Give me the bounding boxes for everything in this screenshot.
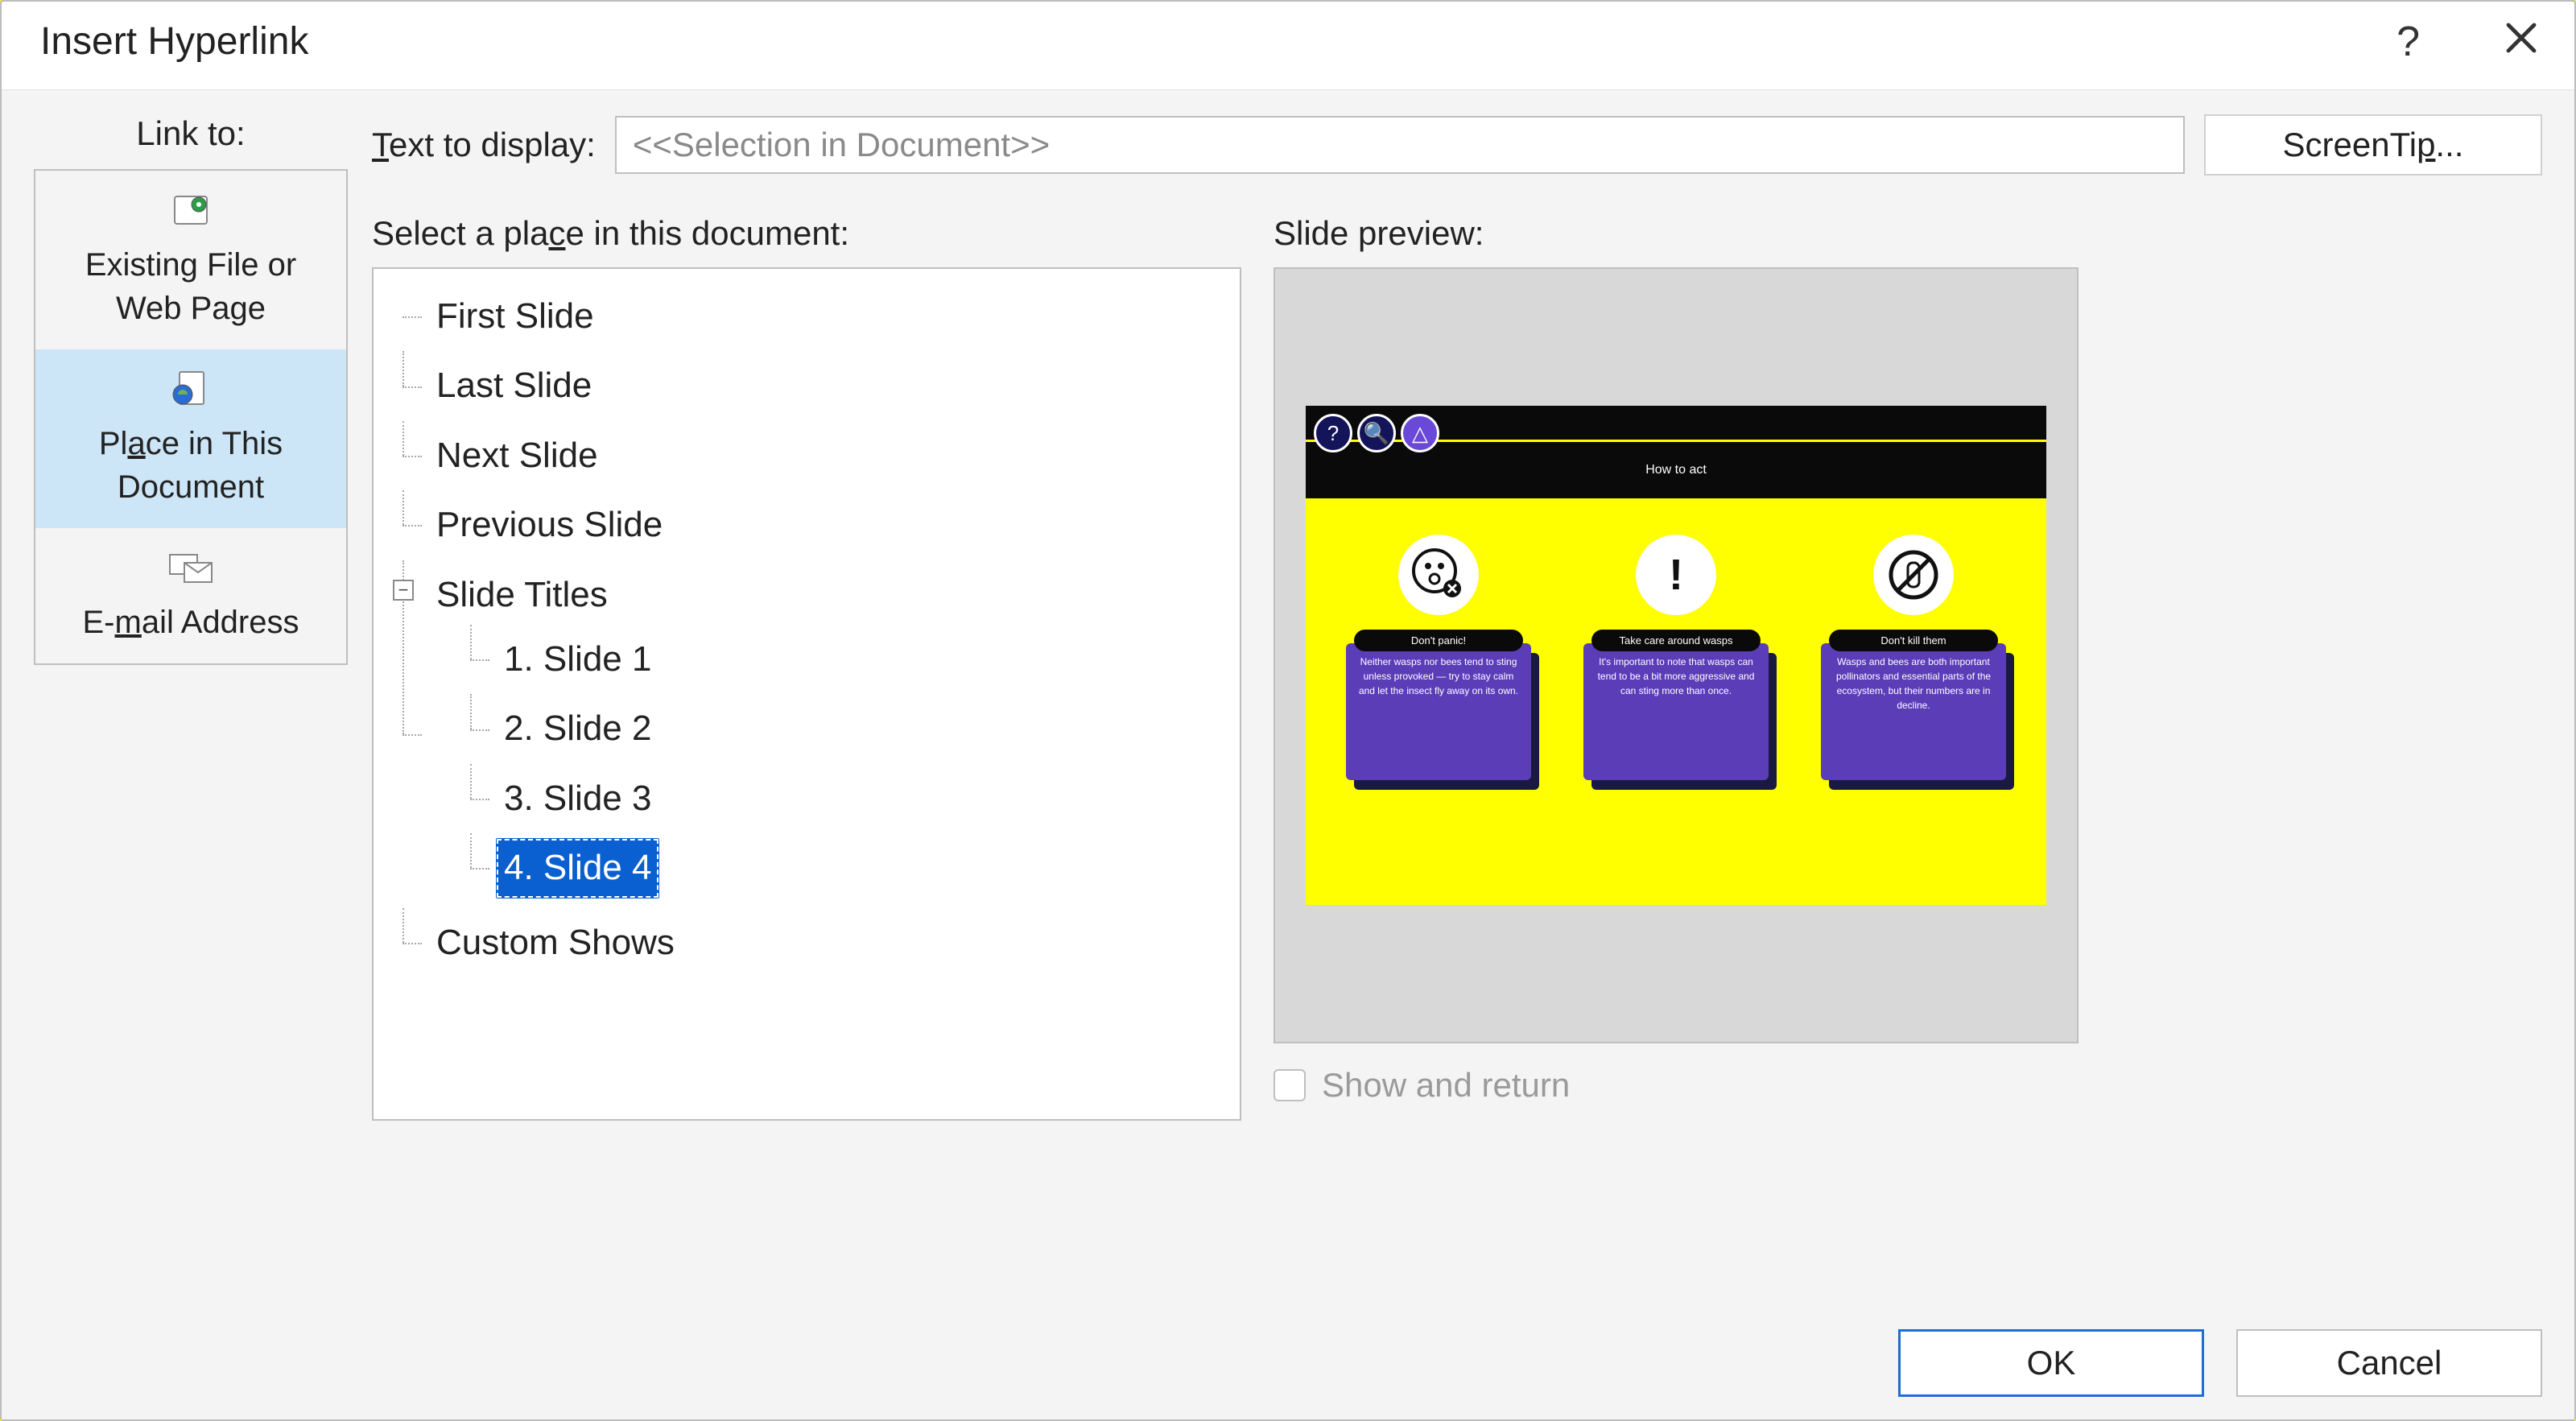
titlebar: Insert Hyperlink ? (2, 2, 2574, 89)
thumb-card-1: Don't panic! Neither wasps nor bees tend… (1330, 535, 1547, 788)
dialog-title: Insert Hyperlink (40, 19, 308, 64)
help-button[interactable]: ? (2392, 20, 2425, 64)
link-to-existing-file[interactable]: Existing File or Web Page (35, 171, 346, 349)
titlebar-controls: ? (2392, 18, 2545, 65)
no-kill-icon (1873, 535, 1954, 615)
cancel-button[interactable]: Cancel (2236, 1329, 2542, 1397)
link-to-item-line1: E-mail Address (83, 601, 299, 644)
link-to-item-line2: Web Page (116, 287, 266, 330)
screentip-button[interactable]: ScreenTip... (2204, 114, 2542, 176)
thumb-card-2-body: It's important to note that wasps can te… (1583, 643, 1769, 780)
checkbox-icon (1274, 1069, 1306, 1101)
tree-slide-3[interactable]: 3. Slide 3 (457, 764, 1224, 833)
show-and-return-checkbox: Show and return (1274, 1066, 2542, 1105)
slide-preview-box: ? 🔍 △ How to act Don't panic! (1274, 267, 2079, 1043)
slide-preview-label: Slide preview: (1274, 214, 2542, 253)
tree-next-slide[interactable]: Next Slide (390, 421, 1224, 490)
insert-hyperlink-dialog: Insert Hyperlink ? Link to: Existing Fil… (0, 0, 2576, 1421)
tree-slide-2[interactable]: 2. Slide 2 (457, 694, 1224, 763)
thumb-card-3: Don't kill them Wasps and bees are both … (1805, 535, 2022, 788)
tree-slide-4[interactable]: 4. Slide 4 (457, 833, 1224, 903)
thumb-card-3-body: Wasps and bees are both important pollin… (1821, 643, 2006, 780)
text-to-display-row: Text to display: <<Selection in Document… (372, 114, 2542, 176)
magnify-icon: 🔍 (1357, 414, 1396, 452)
thumb-card-2-pill: Take care around wasps (1591, 630, 1761, 651)
mid-row: Select a place in this document: First S… (372, 214, 2542, 1395)
link-to-column: Link to: Existing File or Web Page Place… (34, 114, 348, 1395)
slide-preview-column: Slide preview: ? 🔍 △ How to act (1274, 214, 2542, 1395)
text-to-display-field[interactable]: <<Selection in Document>> (615, 116, 2185, 174)
select-place-column: Select a place in this document: First S… (372, 214, 1241, 1395)
right-column: Text to display: <<Selection in Document… (372, 114, 2542, 1395)
warning-icon: △ (1401, 414, 1439, 452)
close-button[interactable] (2497, 18, 2545, 65)
slide-thumbnail: ? 🔍 △ How to act Don't panic! (1306, 406, 2046, 905)
link-to-list: Existing File or Web Page Place in This … (34, 169, 348, 665)
email-address-icon (165, 543, 217, 594)
close-icon (2502, 19, 2541, 57)
show-and-return-label: Show and return (1322, 1066, 1570, 1105)
place-tree[interactable]: First Slide Last Slide Next Slide Previo… (372, 267, 1241, 1121)
thumb-card-2: ! Take care around wasps It's important … (1567, 535, 1785, 788)
panic-face-icon (1398, 535, 1479, 615)
link-to-email-address[interactable]: E-mail Address (35, 528, 346, 663)
link-to-place-in-document[interactable]: Place in This Document (35, 349, 346, 528)
select-place-label: Select a place in this document: (372, 214, 1241, 253)
thumb-card-3-pill: Don't kill them (1829, 630, 1998, 651)
thumb-card-1-pill: Don't panic! (1354, 630, 1523, 651)
exclamation-icon: ! (1636, 535, 1716, 615)
thumb-nav-icons: ? 🔍 △ (1314, 414, 1439, 452)
tree-first-slide[interactable]: First Slide (390, 282, 1224, 351)
ok-button[interactable]: OK (1898, 1329, 2204, 1397)
tree-previous-slide[interactable]: Previous Slide (390, 490, 1224, 560)
text-to-display-label: Text to display: (372, 126, 596, 164)
collapse-icon[interactable]: − (393, 580, 414, 601)
tree-slide-titles[interactable]: − Slide Titles 1. Slide 1 2. Slide 2 3. … (390, 560, 1224, 908)
link-to-label: Link to: (136, 114, 245, 153)
link-to-item-line2: Document (118, 465, 264, 509)
thumb-cards: Don't panic! Neither wasps nor bees tend… (1330, 535, 2022, 788)
link-to-item-line1: Place in This (99, 422, 283, 465)
link-to-item-line1: Existing File or (85, 243, 296, 287)
tree-last-slide[interactable]: Last Slide (390, 351, 1224, 420)
dialog-footer: OK Cancel (1898, 1329, 2542, 1397)
tree-slide-1[interactable]: 1. Slide 1 (457, 625, 1224, 694)
dialog-body: Link to: Existing File or Web Page Place… (2, 89, 2574, 1419)
existing-file-icon (165, 185, 217, 237)
thumb-card-1-body: Neither wasps nor bees tend to sting unl… (1346, 643, 1531, 780)
tree-custom-shows[interactable]: Custom Shows (390, 908, 1224, 977)
question-icon: ? (1314, 414, 1352, 452)
place-in-document-icon (165, 364, 217, 415)
